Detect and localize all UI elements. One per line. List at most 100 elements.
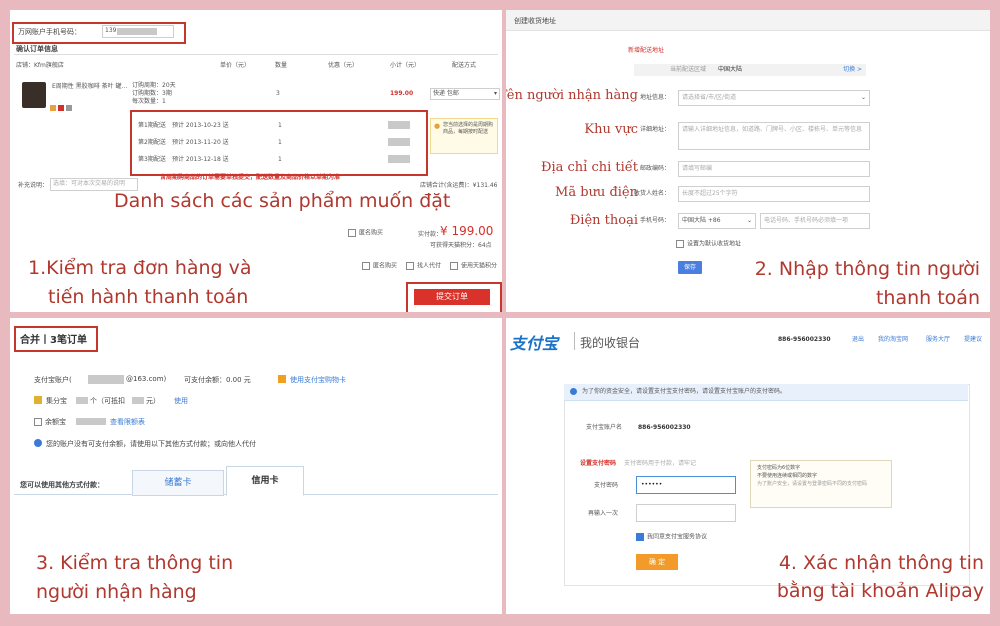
use-points-link[interactable]: 使用 (174, 396, 188, 406)
caption-product-list: Danh sách các sản phẩm muốn đặt (114, 190, 451, 212)
store-name[interactable]: 店铺：Kfm旗舰店 (16, 62, 64, 70)
tab-credit-card[interactable]: 信用卡 (226, 466, 304, 496)
panel-address: 创建收货地址 新增配送地址 当前配送区域 中国大陆 切换 > Tên người… (506, 10, 990, 312)
col-unit-price: 单价（元） (220, 62, 251, 69)
panel-checkout: 万网账户手机号码： 139 确认订单信息 店铺：Kfm旗舰店 单价（元） 数量 … (10, 10, 502, 312)
points-label: 集分宝 (46, 397, 67, 405)
phone-number-input[interactable]: 电话号码、手机号码必须填一项 (760, 213, 870, 229)
password-tip-popup: 支付密码为6位数字 不要使用连续或相同的数字 为了账户安全，请设置与登录密码不同… (750, 460, 892, 508)
password-input[interactable]: •••••• (636, 476, 736, 494)
top-account[interactable]: 886-956002330 (778, 336, 831, 344)
tip-line-2: 不要使用连续或相同的数字 (757, 473, 818, 479)
period-2-qty: 1 (278, 139, 282, 146)
account-value: 886-956002330 (638, 424, 691, 431)
phone-input[interactable]: 139 (102, 25, 174, 38)
caption-step2-line1: 2. Nhập thông tin người (754, 258, 980, 280)
blurred-points (76, 397, 88, 404)
product-thumbnail[interactable] (22, 82, 46, 108)
period-1-qty: 1 (278, 122, 282, 129)
phone-prefix: 139 (105, 27, 117, 34)
default-label: 设置为默认收货地址 (687, 240, 742, 248)
yuebao-checkbox[interactable]: 余额宝 (34, 417, 66, 427)
product-qty: 3 (276, 90, 280, 97)
caption-step1-line1: 1.Kiểm tra đơn hàng và (28, 257, 252, 279)
region-switch-link[interactable]: 切换 > (843, 66, 862, 74)
col-shipping: 配送方式 (452, 62, 477, 69)
card-icon (278, 375, 286, 383)
yuebao-label: 余额宝 (45, 418, 66, 426)
address-titlebar: 创建收货地址 (506, 10, 990, 31)
account-label: 支付宝账户名 (586, 424, 623, 431)
nav-service[interactable]: 服务大厅 (926, 336, 950, 344)
phone-country-select[interactable]: 中国大陆 +86 ⌄ (678, 213, 756, 229)
phone-placeholder: 电话号码、手机号码必须填一项 (764, 217, 849, 224)
points-unit: 元） (146, 397, 160, 405)
panel-alipay: 支付宝 我的收银台 886-956002330 退出 我的淘宝网 服务大厅 提建… (506, 318, 990, 614)
caption-step3-line1: 3. Kiểm tra thông tin (36, 552, 234, 574)
address-region-select[interactable]: 请选择省/市/区/街道 ⌄ (678, 90, 870, 106)
field-label-cn-1: 地址信息： (640, 94, 671, 101)
blurred-price (388, 121, 410, 129)
caption-step2-line2: thanh toán (875, 287, 980, 309)
confirm-button[interactable]: 确 定 (636, 554, 678, 570)
default-address-checkbox[interactable]: 设置为默认收货地址 (676, 240, 741, 249)
region-label: 当前配送区域 (670, 66, 707, 73)
total-value: ¥ 199.00 (440, 224, 494, 238)
divider (14, 54, 498, 55)
total-label: 实付款： (418, 231, 443, 238)
save-address-button[interactable]: 保存 (678, 261, 702, 274)
anon-checkbox[interactable]: 匿名购买 (348, 229, 383, 238)
field-label-vn-5: Điện thoại (569, 213, 638, 228)
detail-placeholder: 请输入详细地址信息，如道路、门牌号、小区、楼栋号、单元等信息 (682, 126, 863, 133)
nav-taobao[interactable]: 我的淘宝网 (878, 336, 908, 344)
phone-label: 万网账户手机号码： (18, 28, 81, 36)
option-anon[interactable]: 匿名购买 (362, 262, 397, 271)
balance-text: 可支付余额：0.00 元 (184, 376, 251, 384)
opt-label: 匿名购买 (373, 262, 398, 270)
field-label-cn-5: 手机号码： (640, 217, 671, 224)
submit-order-button[interactable]: 提交订单 (414, 289, 490, 305)
shipping-select[interactable]: 快递 包邮 ▾ (430, 88, 500, 100)
confirm-password-label: 再输入一次 (588, 510, 619, 517)
blurred-amount (132, 397, 144, 404)
option-proxy[interactable]: 找人代付 (406, 262, 441, 271)
agree-checkbox[interactable]: 我同意支付宝服务协议 (636, 533, 707, 542)
product-name[interactable]: E周期性 黑胶咖啡 茶叶 罐... (52, 83, 127, 91)
chevron-down-icon: ▾ (493, 90, 497, 97)
opt-label: 找人代付 (417, 262, 442, 270)
product-meta-1: 订购周期：20天 (132, 82, 176, 89)
chevron-down-icon: ⌄ (746, 217, 752, 224)
info-icon (34, 439, 42, 447)
message-placeholder: 选填：可对本次交易的说明 (53, 180, 126, 187)
merge-header: 合并丨3笔订单 (20, 335, 87, 346)
period-3-label: 第3期配送 (138, 156, 166, 163)
pay-other-label: 您可以使用其他方式付款： (20, 481, 104, 489)
period-notice: ● 您当前选择的是周期购商品，每期按时配送 (430, 118, 498, 154)
caption-step4-line1: 4. Xác nhận thông tin (778, 552, 984, 574)
info-text: 您的账户没有可支付余额，请使用以下其他方式付款；或向他人代付 (46, 440, 256, 448)
points-icon (34, 396, 42, 404)
field-label-vn-4: Mã bưu điện (555, 185, 638, 200)
set-password-heading: 设置支付密码 (580, 460, 617, 467)
col-qty: 数量 (275, 62, 288, 69)
confirm-password-input[interactable] (636, 504, 736, 522)
nav-logout[interactable]: 退出 (852, 336, 864, 344)
alipay-logo: 支付宝 (510, 334, 559, 353)
tab-debit-card[interactable]: 储蓄卡 (132, 470, 224, 496)
shopping-card-link[interactable]: 使用支付宝购物卡 (290, 375, 346, 385)
option-points[interactable]: 使用天猫积分 (450, 262, 497, 271)
message-label: 补充说明： (18, 182, 49, 189)
limit-table-link[interactable]: 查看限额表 (110, 417, 145, 427)
receiver-name-input[interactable]: 长度不超过25个字符 (678, 186, 870, 202)
nav-feedback[interactable]: 提建议 (964, 336, 982, 344)
points-deduct-label: 个（可抵扣 (90, 397, 125, 405)
receiver-placeholder: 长度不超过25个字符 (682, 190, 738, 197)
anon-label: 匿名购买 (359, 229, 384, 237)
caption-step3-line2: người nhận hàng (36, 581, 197, 603)
postcode-input[interactable]: 请填写邮编 (678, 161, 870, 177)
alipay-account-label: 支付宝账户( (34, 376, 72, 384)
detail-address-textarea[interactable]: 请输入详细地址信息，如道路、门牌号、小区、楼栋号、单元等信息 (678, 122, 870, 150)
set-password-hint: 支付密码用于付款，请牢记 (624, 460, 697, 467)
banner-text: 为了你的资金安全，请设置支付宝支付密码，请设置支付宝账户的支付密码。 (582, 388, 787, 395)
points-label: 可获得天猫积分：64点 (430, 242, 492, 249)
